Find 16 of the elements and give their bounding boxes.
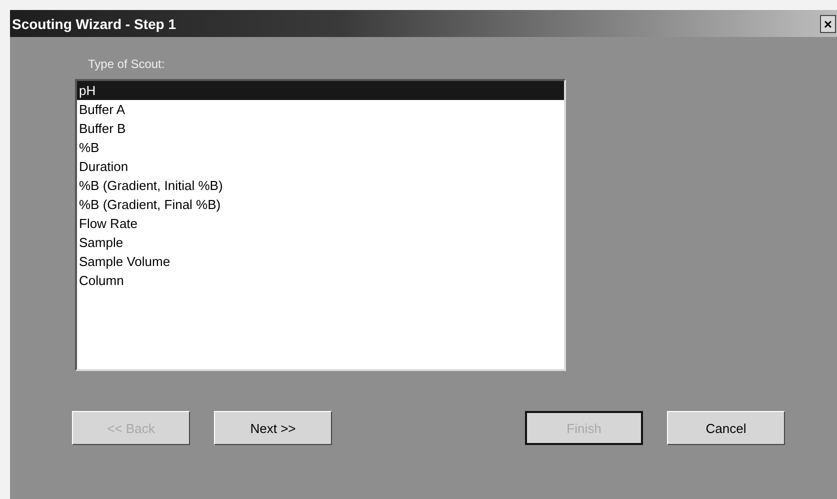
list-item[interactable]: pH	[77, 81, 564, 100]
list-item[interactable]: %B (Gradient, Initial %B)	[77, 176, 564, 195]
list-item[interactable]: Column	[77, 271, 564, 290]
wizard-button[interactable]: Cancel	[667, 411, 785, 445]
wizard-button[interactable]: Next >>	[214, 411, 332, 445]
list-item[interactable]: Flow Rate	[77, 214, 564, 233]
list-label: Type of Scout:	[88, 57, 166, 71]
list-item[interactable]: Sample Volume	[77, 252, 564, 271]
list-item[interactable]: Buffer B	[77, 119, 564, 138]
list-item[interactable]: %B (Gradient, Final %B)	[77, 195, 564, 214]
list-item[interactable]: Sample	[77, 233, 564, 252]
list-item[interactable]: Duration	[77, 157, 564, 176]
window-title: Scouting Wizard - Step 1	[11, 16, 176, 32]
list-item[interactable]: %B	[77, 138, 564, 157]
close-button[interactable]: ×	[820, 14, 836, 32]
list-item[interactable]: Buffer A	[77, 100, 564, 119]
